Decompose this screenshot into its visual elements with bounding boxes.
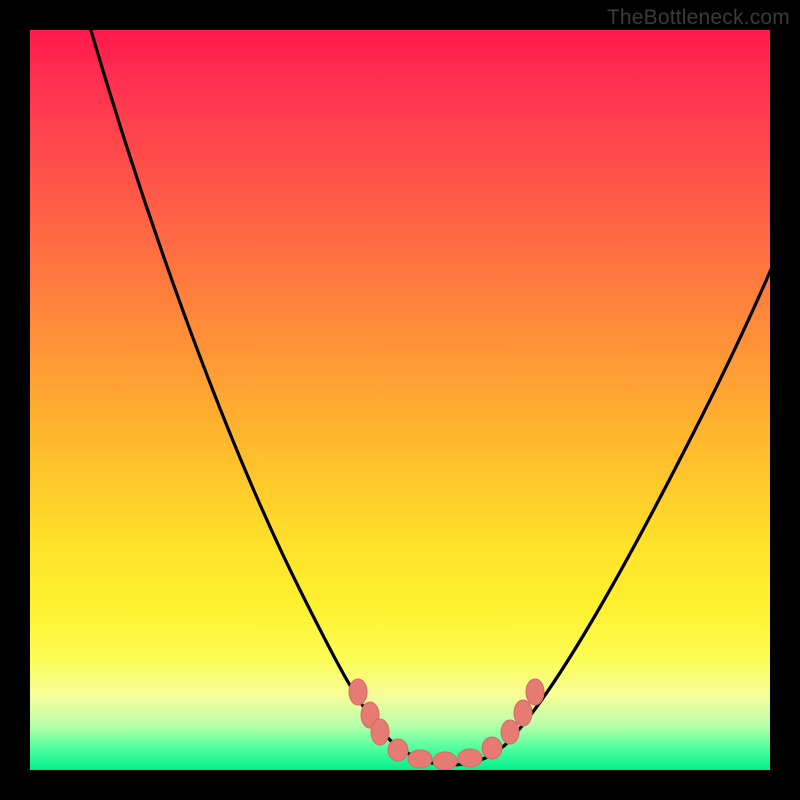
attribution-text: TheBottleneck.com (607, 6, 790, 30)
bottleneck-curve (30, 30, 770, 770)
trough-markers (349, 679, 544, 770)
chart-plot-area (30, 30, 770, 770)
curve-path (85, 30, 770, 765)
chart-frame: TheBottleneck.com (0, 0, 800, 800)
